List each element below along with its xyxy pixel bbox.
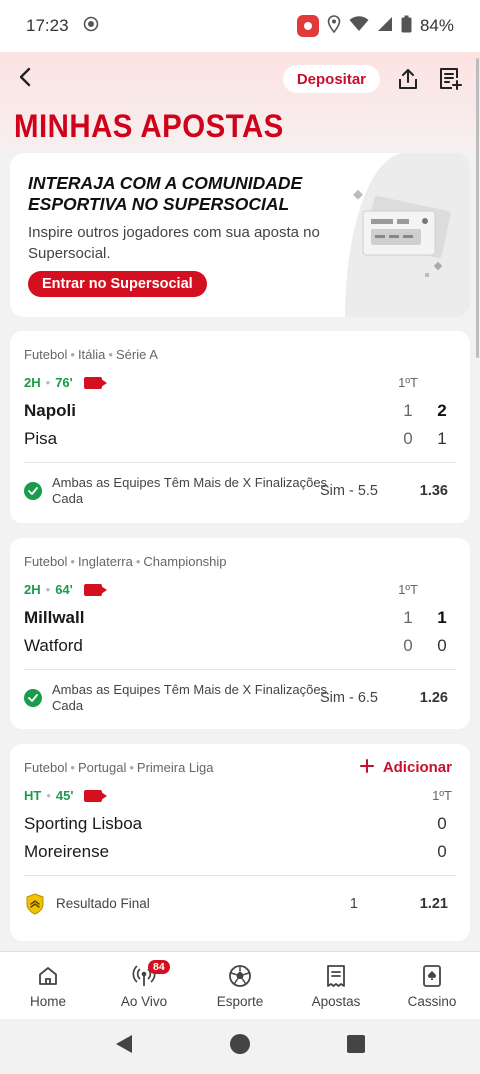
period-label: 1ºT xyxy=(432,788,452,803)
shield-icon xyxy=(25,893,45,920)
nav-casino[interactable]: Cassino xyxy=(384,952,480,1019)
bet-card[interactable]: Futebol • Portugal • Primeira Liga Adicionar… xyxy=(10,744,470,941)
share-icon[interactable] xyxy=(394,65,422,93)
bet-card[interactable]: Futebol • Itália • Série A 2H • 76' 1ºT Napoli… xyxy=(10,331,470,523)
battery-level: 84% xyxy=(419,16,454,35)
add-selection-button[interactable]: Adicionar xyxy=(360,759,452,776)
page-title: MINHAS APOSTAS xyxy=(14,108,284,144)
away-total-score: 0 xyxy=(437,636,447,655)
home-total-score: 0 xyxy=(437,814,447,833)
signal-icon xyxy=(377,16,393,37)
home-period-score: 1 xyxy=(403,401,413,420)
card-icon xyxy=(422,962,442,990)
bet-odds: 1.26 xyxy=(419,690,448,706)
battery-icon xyxy=(401,15,412,38)
home-total-score: 1 xyxy=(437,608,447,627)
nav-bets[interactable]: Apostas xyxy=(288,952,384,1019)
wifi-icon xyxy=(349,15,369,37)
divider xyxy=(24,669,456,670)
location-icon xyxy=(327,14,341,38)
back-arrow-icon[interactable] xyxy=(18,64,38,95)
away-period-score: 0 xyxy=(403,429,413,448)
bottom-navigation: Home 84 Ao Vivo Esporte Apostas Cassino xyxy=(0,951,480,1019)
system-recents-icon[interactable] xyxy=(346,1034,366,1059)
status-bar: 17:23 84% xyxy=(0,0,480,52)
supersocial-promo-card: INTERAJA COM A COMUNIDADE ESPORTIVA NO S… xyxy=(10,153,470,317)
scrollbar[interactable] xyxy=(476,58,479,358)
bet-market: Resultado Final xyxy=(56,896,150,911)
period-label: 1ºT xyxy=(398,582,418,597)
divider xyxy=(24,462,456,463)
league-breadcrumb: Futebol • Inglaterra • Championship xyxy=(24,554,227,569)
soccer-ball-icon xyxy=(228,962,252,990)
away-total-score: 1 xyxy=(437,429,447,448)
promo-description: Inspire outros jogadores com sua aposta … xyxy=(28,224,320,262)
away-total-score: 0 xyxy=(437,842,447,861)
live-count-badge: 84 xyxy=(148,960,170,974)
system-home-icon[interactable] xyxy=(229,1033,251,1060)
check-icon xyxy=(24,482,42,500)
period-label: 1ºT xyxy=(398,375,418,390)
settings-status-icon xyxy=(83,16,99,37)
live-status: 2H • 76' xyxy=(24,375,107,390)
home-team: Napoli xyxy=(24,401,76,420)
home-total-score: 2 xyxy=(437,401,447,420)
league-breadcrumb: Futebol • Itália • Série A xyxy=(24,347,158,362)
system-navigation-bar xyxy=(0,1019,480,1074)
bet-selection: Sim - 6.5 xyxy=(319,690,378,706)
away-team: Moreirense xyxy=(24,842,110,861)
live-stream-icon[interactable] xyxy=(83,376,107,389)
league-breadcrumb: Futebol • Portugal • Primeira Liga xyxy=(24,760,214,775)
live-stream-icon[interactable] xyxy=(84,789,108,802)
plus-icon xyxy=(360,759,383,776)
home-period-score: 1 xyxy=(403,608,413,627)
nav-live[interactable]: 84 Ao Vivo xyxy=(96,952,192,1019)
live-status: HT • 45' xyxy=(24,788,108,803)
system-back-icon[interactable] xyxy=(114,1033,134,1060)
live-stream-icon[interactable] xyxy=(83,583,107,596)
promo-heading: INTERAJA COM A COMUNIDADE ESPORTIVA NO S… xyxy=(28,173,303,214)
away-period-score: 0 xyxy=(403,636,413,655)
add-bet-slip-icon[interactable] xyxy=(436,65,464,93)
away-team: Pisa xyxy=(24,429,58,448)
deposit-button[interactable]: Depositar xyxy=(282,65,380,93)
bet-slip-icon xyxy=(325,962,347,990)
bet-market: Ambas as Equipes Têm Mais de X Finalizaç… xyxy=(52,475,328,506)
nav-home[interactable]: Home xyxy=(0,952,96,1019)
bet-odds: 1.21 xyxy=(419,896,448,912)
bet-card[interactable]: Futebol • Inglaterra • Championship 2H • 64' 1… xyxy=(10,538,470,729)
enter-supersocial-button[interactable]: Entrar no Supersocial xyxy=(28,271,207,297)
divider xyxy=(24,875,456,876)
ticket-illustration xyxy=(345,153,470,317)
nav-sports[interactable]: Esporte xyxy=(192,952,288,1019)
home-team: Sporting Lisboa xyxy=(24,814,143,833)
away-team: Watford xyxy=(24,636,83,655)
home-team: Millwall xyxy=(24,608,85,627)
bet-selection: 1 xyxy=(349,896,358,912)
status-time: 17:23 xyxy=(26,16,69,35)
home-icon xyxy=(37,962,59,990)
check-icon xyxy=(24,689,42,707)
bet-odds: 1.36 xyxy=(419,483,448,499)
live-status: 2H • 64' xyxy=(24,582,107,597)
bet-selection: Sim - 5.5 xyxy=(319,483,378,499)
top-bar: Depositar xyxy=(0,52,480,106)
screen-record-icon xyxy=(296,15,319,37)
bet-market: Ambas as Equipes Têm Mais de X Finalizaç… xyxy=(52,682,328,713)
